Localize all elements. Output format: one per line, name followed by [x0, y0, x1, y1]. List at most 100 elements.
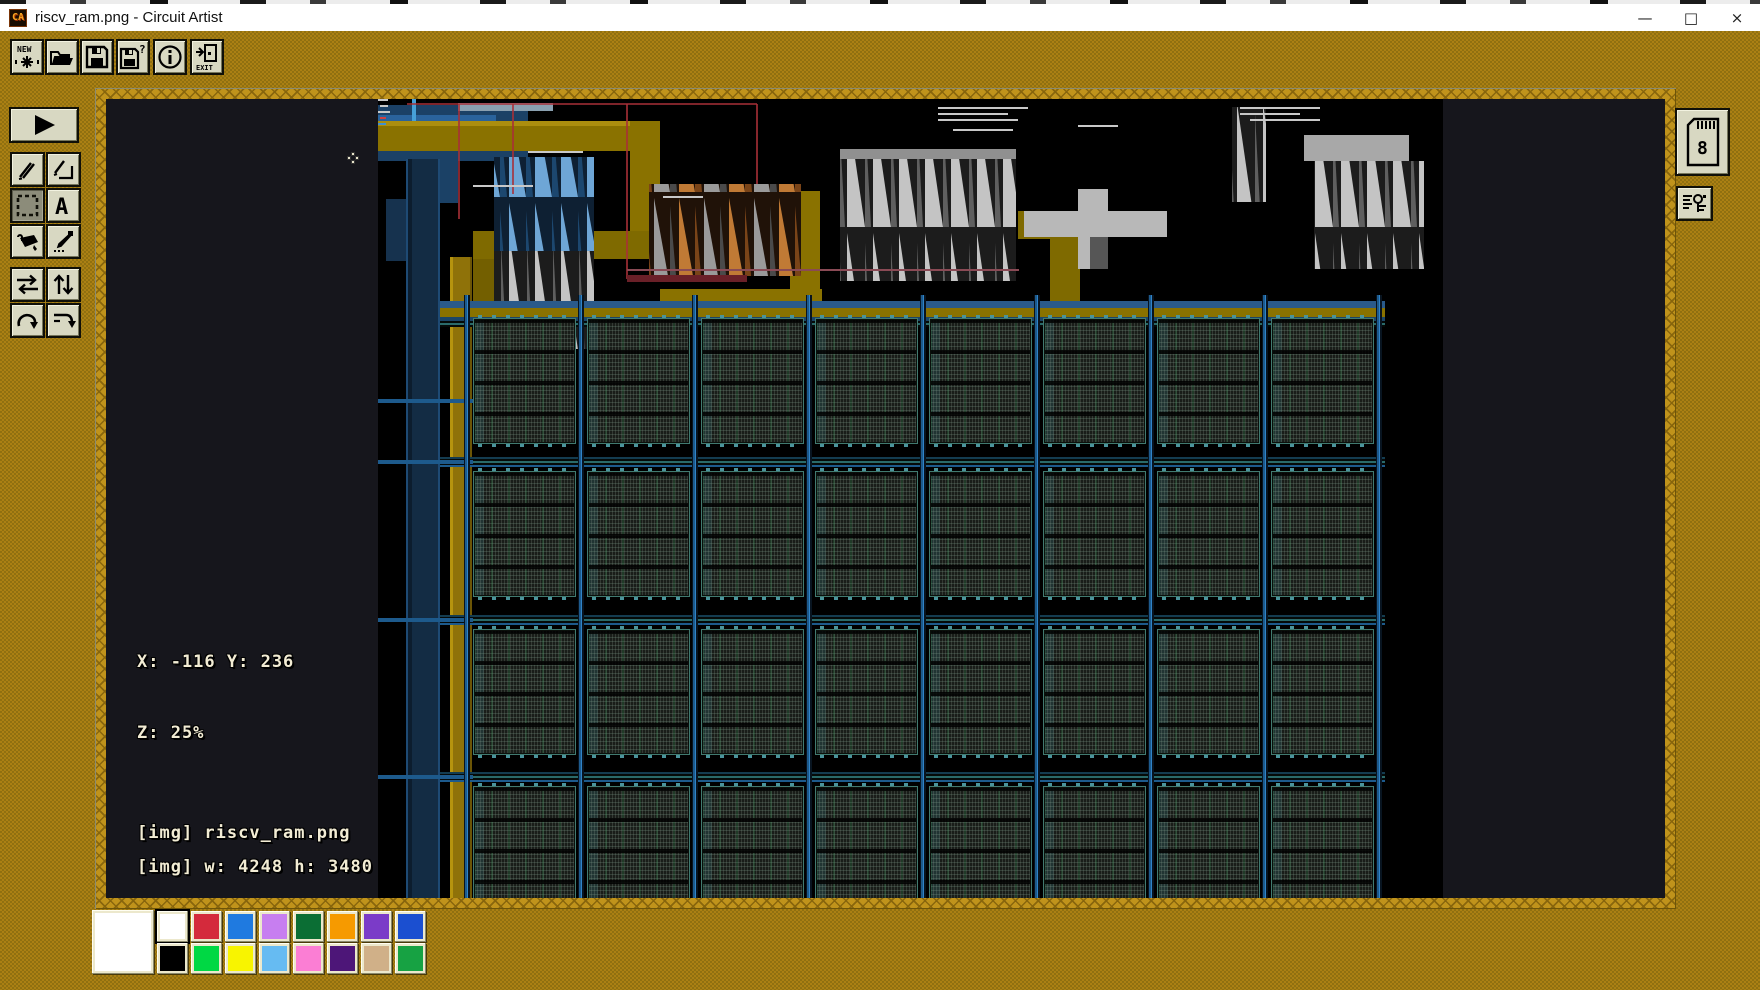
palette-swatch[interactable]: [259, 911, 290, 942]
window-title: riscv_ram.png - Circuit Artist: [35, 9, 223, 26]
canvas-viewport[interactable]: X: -116 Y: 236 Z: 25% [img] riscv_ram.pn…: [106, 99, 1665, 898]
svg-text:A: A: [55, 195, 68, 218]
circuit-image: [378, 99, 1443, 898]
palette-swatch[interactable]: [361, 911, 392, 942]
text-tool-button[interactable]: A: [46, 188, 81, 223]
line-tool-button[interactable]: [46, 152, 81, 187]
exit-button[interactable]: EXIT: [190, 39, 224, 75]
circuit-detail: [1271, 318, 1374, 444]
palette-swatch[interactable]: [157, 943, 188, 974]
eyedropper-icon: [51, 229, 76, 254]
swap-vertical-icon: [50, 272, 77, 297]
memory-card-button[interactable]: 8: [1675, 108, 1730, 176]
about-button[interactable]: [153, 39, 187, 75]
palette-swatch[interactable]: [157, 911, 188, 942]
line-tool-icon: [51, 157, 76, 182]
palette-swatch[interactable]: [293, 911, 324, 942]
palette-swatch-color: [398, 914, 423, 939]
palette-swatch[interactable]: [395, 911, 426, 942]
pencil-tool-button[interactable]: [10, 152, 45, 187]
palette-swatch[interactable]: [327, 943, 358, 974]
circuit-detail: [1271, 786, 1374, 898]
save-as-floppy-icon: ?: [119, 44, 147, 70]
circuit-detail: [1157, 318, 1260, 444]
circuit-detail: [473, 786, 576, 898]
circuit-detail: [378, 618, 473, 622]
circuit-detail: [806, 295, 812, 898]
palette-swatch-color: [228, 946, 253, 971]
palette-swatch[interactable]: [225, 911, 256, 942]
maximize-button[interactable]: □: [1668, 4, 1714, 31]
circuit-detail: [1376, 295, 1382, 898]
palette-swatch-color: [228, 914, 253, 939]
circuit-detail: [473, 629, 576, 755]
paint-bucket-icon: [14, 229, 41, 254]
palette-swatch-color: [364, 914, 389, 939]
flip-vertical-button[interactable]: [46, 267, 81, 302]
svg-text:EXIT: EXIT: [196, 64, 213, 71]
palette-swatch-color: [160, 946, 185, 971]
palette-swatch-color: [330, 946, 355, 971]
palette-swatch-color: [330, 914, 355, 939]
flip-horizontal-button[interactable]: [10, 267, 45, 302]
close-button[interactable]: ×: [1714, 4, 1760, 31]
circuit-detail: [701, 471, 804, 597]
circuit-detail: [1043, 471, 1146, 597]
palette-swatch[interactable]: [327, 911, 358, 942]
palette-swatch[interactable]: [225, 943, 256, 974]
open-button[interactable]: [45, 39, 79, 75]
palette-swatch-color: [296, 946, 321, 971]
circuit-detail: [815, 471, 918, 597]
circuit-detail: [1157, 629, 1260, 755]
chip-lines-icon: [1681, 191, 1708, 216]
circuit-detail: [815, 318, 918, 444]
palette-swatch-color: [194, 946, 219, 971]
circuit-detail: [1157, 786, 1260, 898]
palette-swatch[interactable]: [259, 943, 290, 974]
titlebar: CA riscv_ram.png - Circuit Artist — □ ×: [0, 4, 1760, 32]
exit-door-icon: EXIT: [194, 43, 220, 71]
fill-tool-button[interactable]: [10, 224, 45, 259]
circuit-detail: [701, 318, 804, 444]
palette-swatch-color: [160, 914, 185, 939]
palette-swatch-color: [364, 946, 389, 971]
select-tool-button[interactable]: [10, 188, 45, 223]
palette-swatch[interactable]: [191, 943, 222, 974]
window-controls: — □ ×: [1622, 4, 1760, 31]
circuit-detail: [578, 295, 584, 898]
circuit-detail: [378, 460, 473, 464]
circuit-detail: [1043, 786, 1146, 898]
save-button[interactable]: [80, 39, 114, 75]
circuit-detail: [406, 159, 440, 898]
pencil-icon: [15, 157, 40, 182]
palette-swatch-color: [398, 946, 423, 971]
palette-swatch[interactable]: [395, 943, 426, 974]
circuit-detail: [1148, 295, 1154, 898]
rotate-right-button[interactable]: [46, 303, 81, 338]
palette-swatch[interactable]: [293, 943, 324, 974]
svg-text:8: 8: [1697, 138, 1708, 159]
palette-swatch[interactable]: [191, 911, 222, 942]
status-coordinates: X: -116 Y: 236: [137, 652, 294, 672]
circuit-detail: [692, 295, 698, 898]
app-logo-icon: CA: [9, 9, 27, 27]
circuit-detail: [701, 786, 804, 898]
minimize-button[interactable]: —: [1622, 4, 1668, 31]
palette-swatch[interactable]: [361, 943, 392, 974]
rotate-left-button[interactable]: [10, 303, 45, 338]
marquee-select-icon: [15, 193, 40, 218]
memory-card-icon: 8: [1684, 116, 1722, 168]
canvas-frame: X: -116 Y: 236 Z: 25% [img] riscv_ram.pn…: [95, 88, 1676, 909]
circuit-detail: [587, 629, 690, 755]
color-picker-tool-button[interactable]: [46, 224, 81, 259]
circuit-detail: [378, 399, 473, 403]
new-button[interactable]: NEW: [10, 39, 44, 75]
circuit-detail: [929, 629, 1032, 755]
component-search-button[interactable]: [1676, 186, 1713, 221]
palette-swatch-color: [296, 914, 321, 939]
circuit-detail: [929, 471, 1032, 597]
save-as-button[interactable]: ?: [116, 39, 150, 75]
run-button[interactable]: [9, 107, 79, 143]
new-file-icon: NEW: [14, 43, 40, 71]
circuit-detail: [587, 471, 690, 597]
